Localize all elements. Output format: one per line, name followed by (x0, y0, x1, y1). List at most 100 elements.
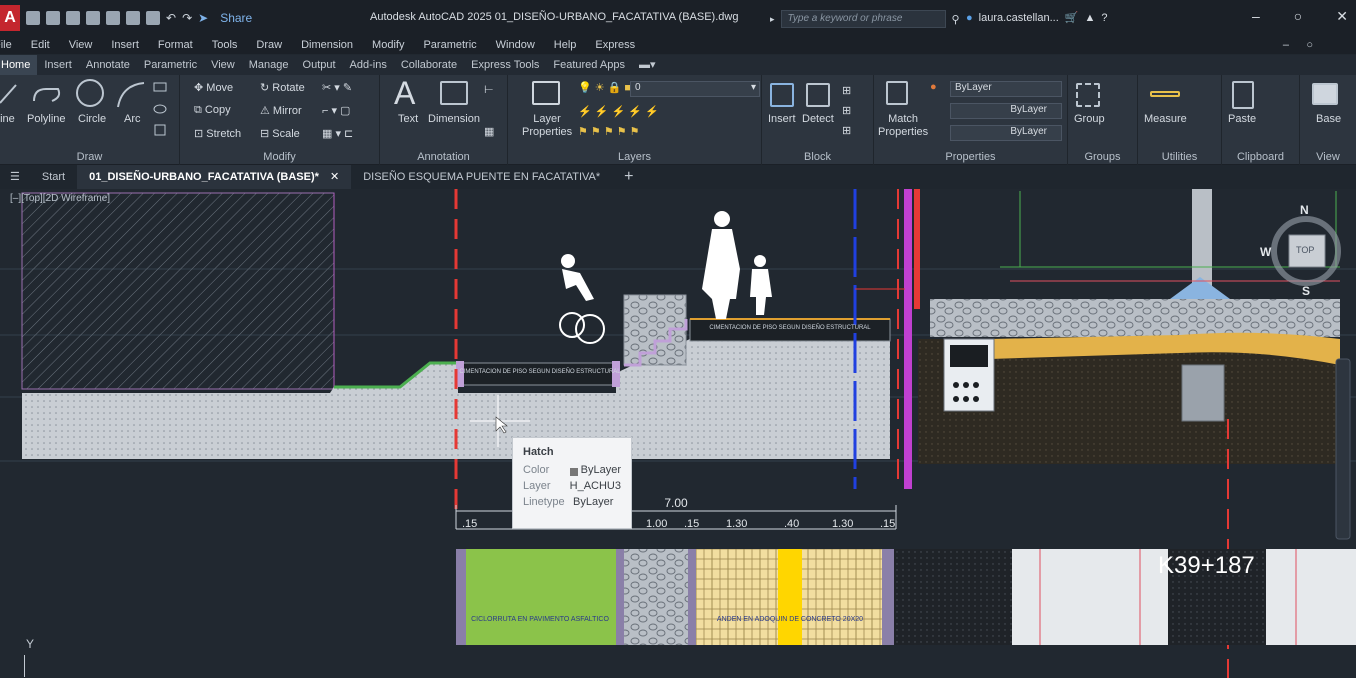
user-account[interactable]: ● laura.castellan... 🛒 ▲ ? (966, 11, 1107, 25)
dimension-button[interactable]: Dimension (428, 113, 480, 125)
groups-panel-title[interactable]: Groups (1068, 151, 1137, 163)
menu-view[interactable]: View (69, 39, 93, 51)
menu-tools[interactable]: Tools (212, 39, 238, 51)
linetype-dropdown[interactable]: ByLayer (950, 103, 1062, 119)
insert-button[interactable]: Insert (768, 113, 796, 125)
drawing-canvas[interactable]: CIMENTACION DE PISO SEGUN DISEÑO ESTRUCT… (0, 189, 1356, 678)
doc-restore-icon[interactable]: ○ (1306, 39, 1313, 51)
properties-panel-title[interactable]: Properties (874, 151, 1067, 163)
layer-tools-row-2[interactable]: ⚑ ⚑ ⚑ ⚑ ⚑ (578, 125, 640, 138)
move-button[interactable]: ✥ Move (194, 81, 233, 94)
save-as-icon[interactable] (86, 11, 100, 25)
text-button[interactable]: Text (398, 113, 418, 125)
ribbon-options-icon[interactable]: ▬▾ (632, 55, 663, 75)
search-icon[interactable]: ⚲ (952, 13, 960, 26)
close-icon[interactable]: ✕ (1336, 8, 1348, 25)
menu-draw[interactable]: Draw (256, 39, 282, 51)
menu-format[interactable]: Format (158, 39, 193, 51)
measure-button[interactable]: Measure (1144, 113, 1187, 125)
tab-insert[interactable]: Insert (37, 55, 79, 75)
modify-panel-title[interactable]: Modify (180, 151, 379, 163)
viewcube-top-face[interactable]: TOP (1296, 245, 1314, 255)
group-button[interactable]: Group (1074, 113, 1105, 125)
fillet-icon[interactable]: ⌐ ▾ ▢ (322, 104, 350, 117)
base-button[interactable]: Base (1316, 113, 1341, 125)
block-edit-icons[interactable]: ⊞ ⊞ ⊞ (842, 81, 851, 141)
arc-button[interactable]: Arc (124, 113, 141, 125)
copy-button[interactable]: ⧉ Copy (194, 104, 231, 117)
close-tab-icon[interactable]: ✕ (330, 171, 339, 183)
tab-express-tools[interactable]: Express Tools (464, 55, 546, 75)
trim-icon[interactable]: ✂ ▾ ✎ (322, 81, 352, 94)
clipboard-panel-title[interactable]: Clipboard (1222, 151, 1299, 163)
menu-help[interactable]: Help (554, 39, 577, 51)
menu-edit[interactable]: Edit (31, 39, 50, 51)
leader-icon[interactable]: ⊢ (484, 83, 494, 96)
tab-parametric[interactable]: Parametric (137, 55, 204, 75)
view-panel-title[interactable]: View (1300, 151, 1356, 163)
autocad-logo[interactable]: A (0, 5, 20, 31)
plot-icon[interactable] (126, 11, 140, 25)
viewcube-south[interactable]: S (1302, 285, 1310, 297)
doc-minimize-icon[interactable]: – (1283, 39, 1289, 51)
tab-add-ins[interactable]: Add-ins (343, 55, 394, 75)
layer-state-icons[interactable]: 💡 ☀ 🔒 ■ (578, 81, 631, 94)
hamburger-menu-icon[interactable]: ☰ (0, 165, 30, 189)
new-file-icon[interactable] (26, 11, 40, 25)
share-icon[interactable]: ➤ (198, 11, 208, 25)
stretch-button[interactable]: ⊡ Stretch (194, 127, 241, 140)
array-icon[interactable]: ▦ ▾ ⊏ (322, 127, 353, 140)
table-icon[interactable]: ▦ (484, 125, 494, 138)
match-properties-button[interactable]: Match Properties (878, 113, 928, 139)
tab-annotate[interactable]: Annotate (79, 55, 137, 75)
tab-view[interactable]: View (204, 55, 242, 75)
menu-modify[interactable]: Modify (372, 39, 404, 51)
draw-panel-title[interactable]: Draw (0, 151, 179, 163)
detect-button[interactable]: Detect (802, 113, 834, 125)
autodesk-logo-icon[interactable]: ▲ (1084, 12, 1095, 24)
tab-bridge-drawing[interactable]: DISEÑO ESQUEMA PUENTE EN FACATATIVA* (351, 165, 612, 189)
add-tab-button[interactable]: + (612, 165, 645, 189)
polyline-button[interactable]: Polyline (27, 113, 66, 125)
cart-icon[interactable]: 🛒 (1065, 11, 1079, 24)
viewcube-north[interactable]: N (1300, 203, 1309, 217)
tab-active-drawing[interactable]: 01_DISEÑO-URBANO_FACATATIVA (BASE)* ✕ (77, 165, 352, 189)
scale-button[interactable]: ⊟ Scale (260, 127, 300, 140)
tab-home[interactable]: Home (0, 55, 38, 75)
print-icon[interactable] (146, 11, 160, 25)
menu-insert[interactable]: Insert (111, 39, 139, 51)
line-button[interactable]: Line (0, 113, 15, 125)
redo-icon[interactable]: ↷ (182, 11, 192, 25)
circle-button[interactable]: Circle (78, 113, 106, 125)
viewport-controls[interactable]: [–][Top][2D Wireframe] (10, 193, 110, 204)
lineweight-dropdown[interactable]: ByLayer (950, 125, 1062, 141)
layer-dropdown[interactable]: 0 ▾ (630, 81, 760, 97)
color-dropdown[interactable]: ByLayer (950, 81, 1062, 97)
paste-button[interactable]: Paste (1228, 113, 1256, 125)
utilities-panel-title[interactable]: Utilities (1138, 151, 1221, 163)
viewcube[interactable]: N W S TOP (1260, 201, 1352, 297)
rotate-button[interactable]: ↻ Rotate (260, 81, 305, 94)
tab-output[interactable]: Output (296, 55, 343, 75)
mirror-button[interactable]: ⚠ Mirror (260, 104, 302, 117)
tab-start[interactable]: Start (30, 165, 77, 189)
layer-tools-row-1[interactable]: ⚡ ⚡ ⚡ ⚡ ⚡ (578, 105, 659, 118)
search-input[interactable]: Type a keyword or phrase (780, 10, 946, 28)
menu-parametric[interactable]: Parametric (423, 39, 476, 51)
layer-properties-button[interactable]: Layer Properties (522, 113, 572, 139)
menu-dimension[interactable]: Dimension (301, 39, 353, 51)
annotation-panel-title[interactable]: Annotation (380, 151, 507, 163)
tab-featured-apps[interactable]: Featured Apps (546, 55, 632, 75)
maximize-icon[interactable]: ○ (1294, 8, 1302, 25)
layers-panel-title[interactable]: Layers (508, 151, 761, 163)
save-icon[interactable] (66, 11, 80, 25)
open-web-icon[interactable] (106, 11, 120, 25)
color-wheel-icon[interactable]: ● (930, 81, 937, 93)
menu-window[interactable]: Window (496, 39, 535, 51)
menu-express[interactable]: Express (595, 39, 635, 51)
minimize-icon[interactable]: – (1252, 8, 1260, 25)
block-panel-title[interactable]: Block (762, 151, 873, 163)
help-icon[interactable]: ? (1101, 12, 1107, 24)
undo-icon[interactable]: ↶ (166, 11, 176, 25)
share-button[interactable]: Share (220, 11, 252, 25)
